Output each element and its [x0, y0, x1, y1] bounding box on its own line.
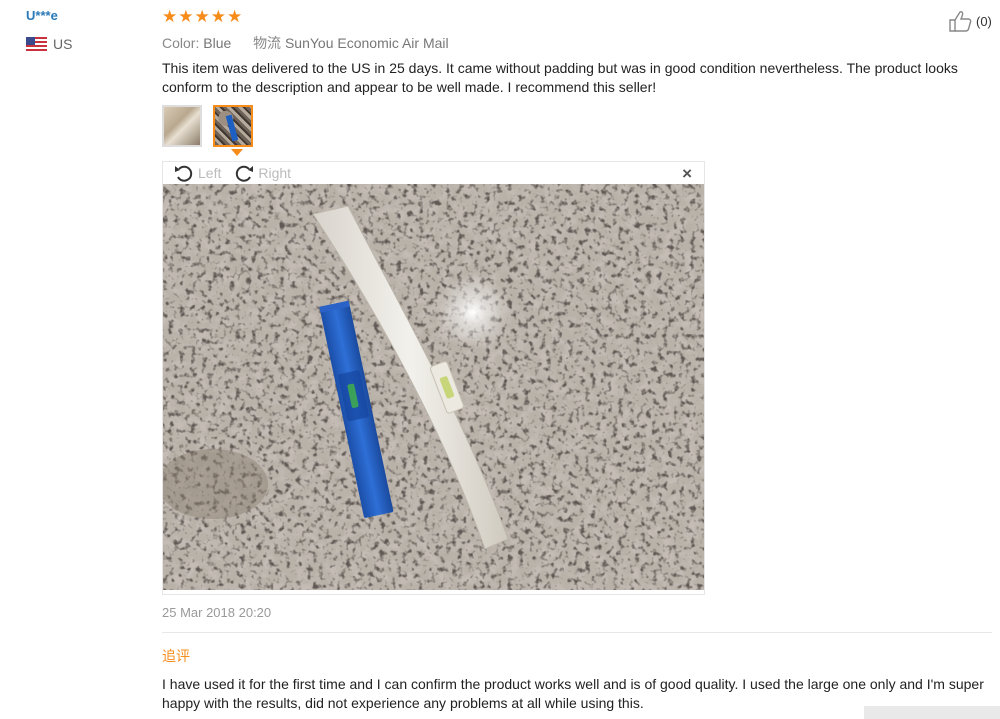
rotate-left-button[interactable]: Left [173, 163, 221, 183]
photo-viewer: Left Right × [162, 161, 705, 595]
review-timestamp: 25 Mar 2018 20:20 [162, 605, 272, 620]
page-corner-bar [864, 706, 1000, 719]
review-text: This item was delivered to the US in 25 … [162, 60, 958, 95]
close-icon[interactable]: × [682, 165, 692, 182]
rotate-right-icon [236, 165, 254, 182]
review-photo-large [163, 184, 704, 590]
star-icon: ★ [210, 7, 226, 27]
country-code: US [53, 36, 73, 52]
rotate-left-icon [175, 165, 193, 182]
divider [162, 632, 992, 633]
review-photo-thumbnail[interactable] [162, 105, 202, 147]
star-icon: ★ [194, 7, 210, 27]
logistics-label: 物流 [253, 35, 282, 51]
photo-thumbnails [162, 105, 253, 147]
active-thumbnail-caret [231, 149, 243, 156]
reviewer-country: US [26, 36, 72, 52]
logistics-value: SunYou Economic Air Mail [284, 35, 449, 51]
reviewer-name: U***e [26, 8, 58, 23]
photo-viewer-toolbar: Left Right × [163, 162, 704, 184]
color-value: Blue [203, 35, 232, 51]
review-photo-thumbnail-active[interactable] [213, 105, 253, 147]
rotate-right-label: Right [258, 165, 292, 181]
helpful-count: (0) [976, 13, 992, 29]
review-meta: Color: Blue 物流 SunYou Economic Air Mail [162, 33, 449, 53]
us-flag-icon [26, 37, 47, 51]
thumbs-up-icon [949, 11, 972, 32]
star-icon: ★ [178, 7, 194, 27]
star-rating: ★ ★ ★ ★ ★ [162, 8, 242, 26]
color-label: Color: [162, 35, 200, 51]
star-icon: ★ [162, 7, 178, 27]
star-icon: ★ [227, 7, 243, 27]
followup-label: 追评 [162, 648, 190, 664]
rotate-right-button[interactable]: Right [233, 163, 291, 183]
rotate-left-label: Left [198, 165, 222, 181]
helpful-button[interactable]: (0) [948, 10, 992, 32]
